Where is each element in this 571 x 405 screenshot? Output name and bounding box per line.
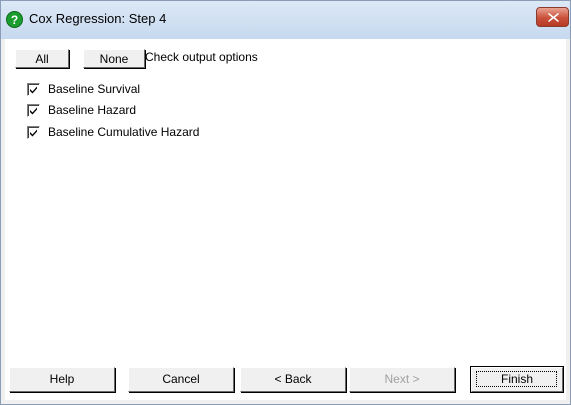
window-title: Cox Regression: Step 4 (29, 11, 167, 26)
option-baseline-cumulative-hazard[interactable]: Baseline Cumulative Hazard (5, 124, 245, 140)
checkbox[interactable] (27, 104, 40, 117)
back-button[interactable]: < Back (240, 367, 346, 392)
check-output-options-text: Check output options (145, 50, 258, 64)
dialog-window: ? Cox Regression: Step 4 All None Check … (0, 0, 571, 405)
checkmark-icon (30, 86, 37, 94)
finish-button[interactable]: Finish (470, 366, 564, 393)
none-button[interactable]: None (83, 49, 145, 68)
close-button[interactable] (536, 7, 569, 27)
focus-rect (476, 371, 557, 387)
option-label: Baseline Cumulative Hazard (48, 125, 200, 139)
cancel-button[interactable]: Cancel (128, 367, 234, 392)
checkbox[interactable] (27, 83, 40, 96)
none-button-label: None (99, 52, 129, 66)
option-baseline-survival[interactable]: Baseline Survival (5, 81, 245, 97)
dialog-body: All None Check output options Baseline S… (5, 39, 566, 400)
option-label: Baseline Survival (48, 82, 141, 96)
cancel-button-label: Cancel (162, 372, 200, 386)
option-label: Baseline Hazard (48, 103, 137, 117)
back-button-label: < Back (274, 372, 312, 386)
close-icon (548, 13, 559, 22)
all-button[interactable]: All (15, 49, 69, 68)
help-button-label: Help (49, 372, 75, 386)
next-button[interactable]: Next > (349, 367, 455, 392)
checkmark-icon (30, 107, 37, 115)
all-button-label: All (35, 52, 49, 66)
title-bar[interactable]: ? Cox Regression: Step 4 (1, 1, 570, 39)
question-circle-icon: ? (6, 11, 23, 28)
checkbox[interactable] (27, 126, 40, 139)
next-button-label: Next > (384, 372, 420, 386)
checkmark-icon (30, 129, 37, 137)
option-baseline-hazard[interactable]: Baseline Hazard (5, 102, 245, 118)
help-button[interactable]: Help (9, 367, 115, 392)
svg-text:?: ? (11, 13, 18, 27)
